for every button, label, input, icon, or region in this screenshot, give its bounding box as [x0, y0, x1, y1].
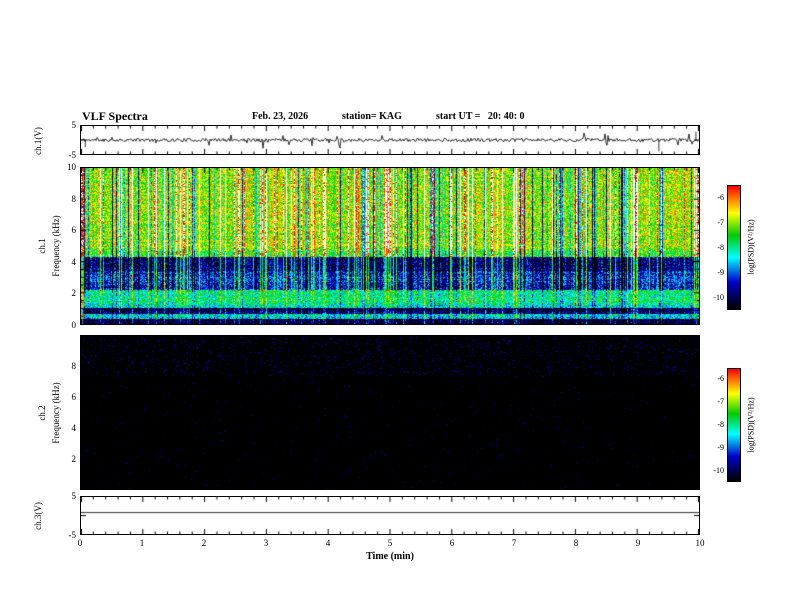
x-tick-label: 9 — [635, 538, 641, 548]
ch1-voltage-axis-label: ch.1(V) — [33, 127, 43, 155]
ch2-frequency-tick-label: 2 — [71, 454, 77, 464]
ch2-channel-label: ch.2 — [37, 405, 47, 421]
colorbar-tick-label: -8 — [717, 420, 724, 429]
ch1-waveform-plot — [80, 125, 700, 155]
colorbar-tick-label: -8 — [717, 242, 724, 252]
x-tick-label: 10 — [695, 538, 705, 548]
ch1-frequency-tick-label: 8 — [71, 193, 77, 204]
ch1-frequency-tick-label: 6 — [71, 225, 77, 236]
x-tick-label: 1 — [139, 538, 145, 548]
ch1-frequency-tick-label: 4 — [71, 256, 77, 267]
x-tick-label: 3 — [263, 538, 269, 548]
ch2-spectrogram-plot — [80, 335, 700, 490]
x-tick-label: 7 — [511, 538, 517, 548]
header-start-ut: start UT = 20: 40: 0 — [436, 111, 525, 122]
ch2-frequency-tick-label: 8 — [71, 361, 77, 371]
ch2-frequency-tick-label: 6 — [71, 392, 77, 402]
x-tick-label: 5 — [387, 538, 393, 548]
colorbar-tick-label: -6 — [717, 374, 724, 384]
x-tick-label: 4 — [325, 538, 331, 548]
colorbar-ch1-label: log(PSD)(V²/Hz) — [746, 219, 756, 275]
header-date: Feb. 23, 2026 — [252, 111, 309, 122]
ch3-voltage-tick-label: -5 — [68, 530, 77, 540]
colorbar-ch2-gradient — [727, 368, 741, 482]
x-tick-label: 6 — [449, 538, 455, 548]
vlf-spectra-figure: VLF Spectra Feb. 23, 2026 station= KAG s… — [0, 0, 792, 612]
ch1-voltage-tick-label: 5 — [71, 120, 77, 130]
x-tick-label: 2 — [201, 538, 207, 548]
colorbar-tick-label: -7 — [717, 397, 724, 407]
colorbar-ch2-label: log(PSD)(V²/Hz) — [746, 397, 756, 453]
colorbar-tick-label: -10 — [713, 292, 724, 302]
ch1-frequency-tick-label: 10 — [67, 162, 76, 172]
colorbar-ch1-gradient — [727, 185, 741, 310]
header-station: station= KAG — [342, 111, 402, 122]
x-axis-label: Time (min) — [366, 551, 414, 562]
colorbar-tick-label: -9 — [717, 267, 724, 277]
ch1-spectrogram-plot — [80, 167, 700, 325]
ch2-frequency-tick-label: 4 — [71, 423, 77, 433]
figure-title: VLF Spectra — [82, 109, 148, 123]
ch1-frequency-tick-label: 0 — [71, 320, 77, 330]
x-tick-label: 8 — [573, 538, 579, 548]
colorbar-tick-label: -9 — [717, 442, 724, 452]
colorbar-tick-label: -6 — [717, 192, 724, 202]
ch3-voltage-axis-label: ch.3(V) — [33, 502, 43, 530]
ch1-voltage-tick-label: -5 — [68, 150, 77, 160]
ch1-channel-label: ch.1 — [37, 238, 47, 254]
colorbar-tick-label: -7 — [717, 217, 724, 227]
ch1-frequency-tick-label: 2 — [71, 288, 77, 299]
ch3-waveform-plot — [80, 496, 700, 535]
ch3-voltage-tick-label: 5 — [71, 491, 77, 501]
colorbar-tick-label: -10 — [713, 465, 724, 475]
